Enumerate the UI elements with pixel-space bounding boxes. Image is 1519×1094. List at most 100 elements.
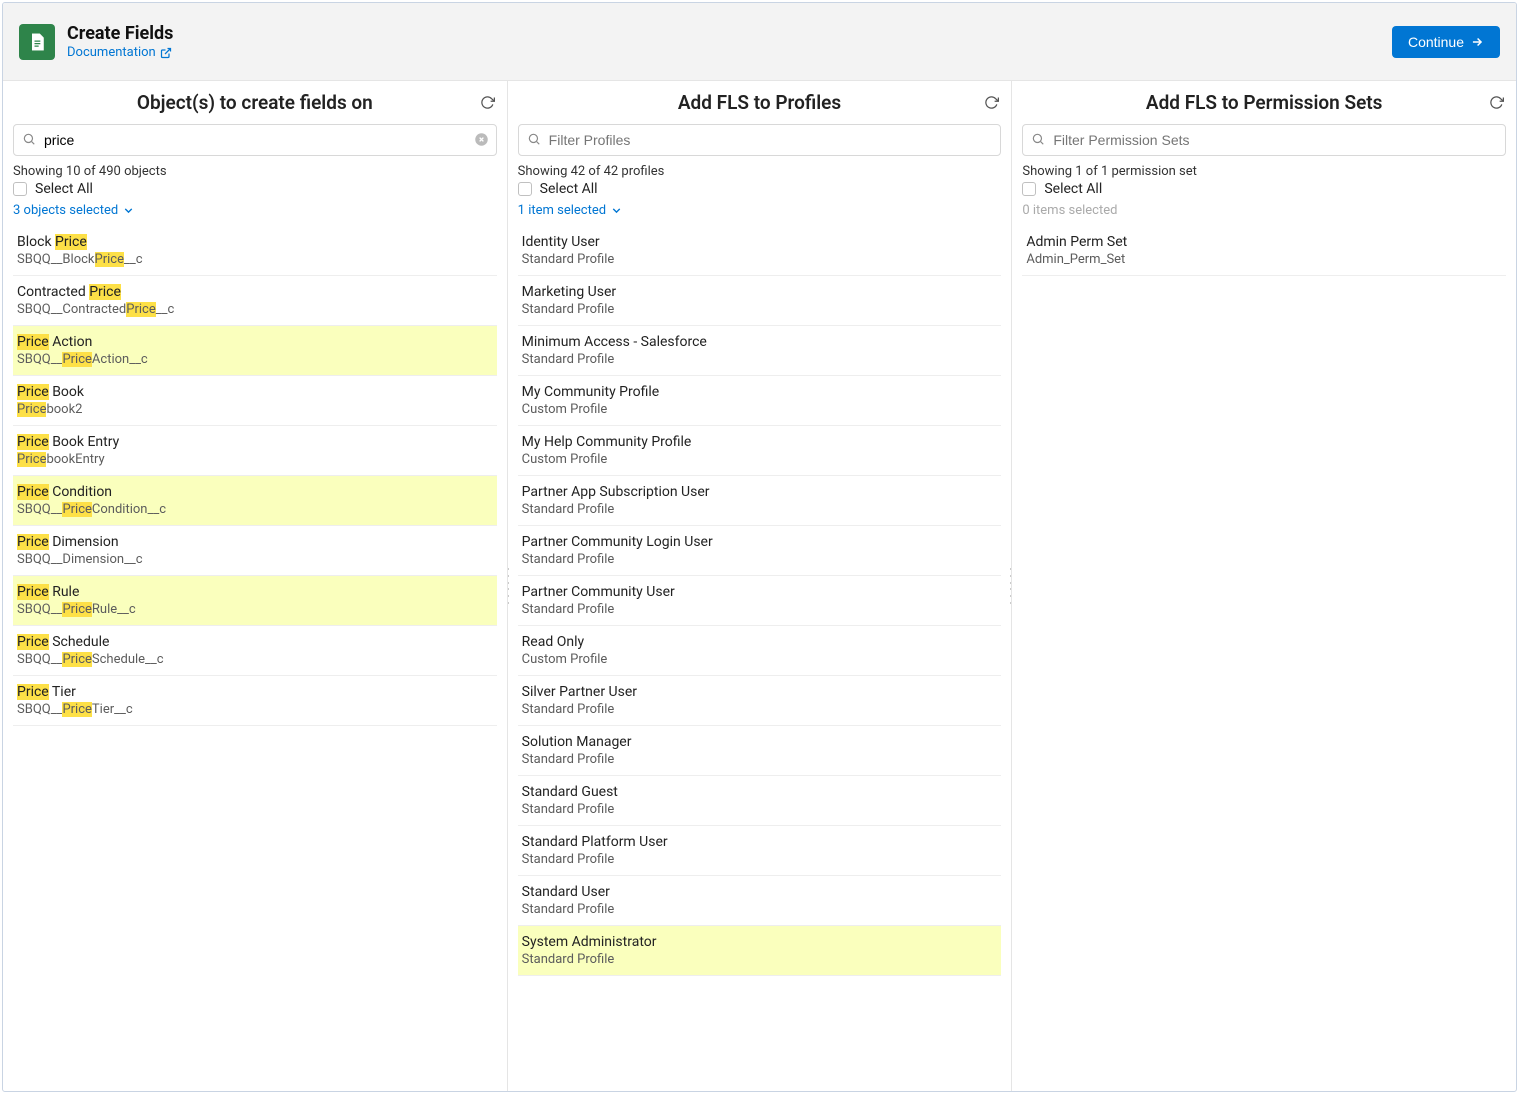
list-item-sublabel: Custom Profile — [522, 652, 998, 667]
list-item[interactable]: Price Condition SBQQ__PriceCondition__c — [13, 476, 497, 526]
list-item-label: Price Condition — [17, 484, 493, 500]
list-item-sublabel: Standard Profile — [522, 902, 998, 917]
list-item[interactable]: System AdministratorStandard Profile — [518, 926, 1002, 976]
list-item-label: Admin Perm Set — [1026, 234, 1502, 250]
permsets-title: Add FLS to Permission Sets — [1146, 91, 1383, 114]
objects-selection-count[interactable]: 3 objects selected — [13, 203, 497, 218]
refresh-icon — [480, 95, 495, 110]
objects-showing-text: Showing 10 of 490 objects — [13, 164, 497, 179]
list-item-sublabel: SBQQ__Dimension__c — [17, 552, 493, 567]
list-item-sublabel: Pricebook2 — [17, 402, 493, 417]
list-item[interactable]: Price ScheduleSBQQ__PriceSchedule__c — [13, 626, 497, 676]
list-item-sublabel: Standard Profile — [522, 852, 998, 867]
list-item[interactable]: Standard Platform UserStandard Profile — [518, 826, 1002, 876]
list-item[interactable]: Read OnlyCustom Profile — [518, 626, 1002, 676]
list-item-sublabel: Standard Profile — [522, 602, 998, 617]
list-item-label: Price Dimension — [17, 534, 493, 550]
list-item-label: Standard Guest — [522, 784, 998, 800]
checkbox-icon — [1022, 182, 1036, 196]
list-item-sublabel: SBQQ__PriceAction__c — [17, 352, 493, 367]
list-item[interactable]: Standard User Standard Profile — [518, 876, 1002, 926]
list-item-sublabel: Standard Profile — [522, 352, 998, 367]
list-item[interactable]: Price RuleSBQQ__PriceRule__c — [13, 576, 497, 626]
checkbox-icon — [518, 182, 532, 196]
list-item-label: Partner App Subscription User — [522, 484, 998, 500]
profiles-selection-count[interactable]: 1 item selected — [518, 203, 1002, 218]
list-item-sublabel: SBQQ__PriceCondition__c — [17, 502, 493, 517]
list-item-label: Marketing User — [522, 284, 998, 300]
arrow-right-icon — [1470, 35, 1484, 49]
list-item-sublabel: SBQQ__PriceRule__c — [17, 602, 493, 617]
list-item[interactable]: Identity UserStandard Profile — [518, 226, 1002, 276]
list-item-label: Contracted Price — [17, 284, 493, 300]
list-item[interactable]: Contracted PriceSBQQ__ContractedPrice__c — [13, 276, 497, 326]
refresh-icon — [984, 95, 999, 110]
profiles-search-input[interactable] — [518, 124, 1002, 156]
clear-search-button[interactable] — [474, 132, 489, 147]
list-item-sublabel: SBQQ__PriceTier__c — [17, 702, 493, 717]
list-item-label: Minimum Access - Salesforce — [522, 334, 998, 350]
list-item[interactable]: Partner Community User Standard Profile — [518, 576, 1002, 626]
refresh-permsets-button[interactable] — [1489, 95, 1504, 110]
permsets-column: Add FLS to Permission Sets Showing 1 of … — [1011, 81, 1516, 1091]
list-item[interactable]: Price Book Entry PricebookEntry — [13, 426, 497, 476]
list-item-label: Partner Community User — [522, 584, 998, 600]
list-item[interactable]: Price Dimension SBQQ__Dimension__c — [13, 526, 497, 576]
profiles-title: Add FLS to Profiles — [678, 91, 841, 114]
list-item-label: Block Price — [17, 234, 493, 250]
objects-select-all[interactable]: Select All — [13, 181, 497, 197]
external-link-icon — [160, 47, 172, 59]
list-item-sublabel: Standard Profile — [522, 502, 998, 517]
list-item[interactable]: My Community ProfileCustom Profile — [518, 376, 1002, 426]
list-item-label: Identity User — [522, 234, 998, 250]
list-item-label: Price Action — [17, 334, 493, 350]
objects-title: Object(s) to create fields on — [137, 91, 373, 114]
profiles-showing-text: Showing 42 of 42 profiles — [518, 164, 1002, 179]
list-item[interactable]: Price Tier SBQQ__PriceTier__c — [13, 676, 497, 726]
list-item-label: Price Tier — [17, 684, 493, 700]
list-item[interactable]: Admin Perm SetAdmin_Perm_Set — [1022, 226, 1506, 276]
list-item[interactable]: Standard Guest Standard Profile — [518, 776, 1002, 826]
list-item-sublabel: Standard Profile — [522, 702, 998, 717]
permsets-search-input[interactable] — [1022, 124, 1506, 156]
list-item[interactable]: Partner Community Login User Standard Pro… — [518, 526, 1002, 576]
list-item-label: System Administrator — [522, 934, 998, 950]
profiles-select-all[interactable]: Select All — [518, 181, 1002, 197]
list-item[interactable]: Silver Partner User Standard Profile — [518, 676, 1002, 726]
objects-list: Block PriceSBQQ__BlockPrice__cContracted… — [13, 226, 497, 1091]
permsets-showing-text: Showing 1 of 1 permission set — [1022, 164, 1506, 179]
chevron-down-icon — [122, 204, 135, 217]
profiles-list: Identity UserStandard ProfileMarketing U… — [518, 226, 1002, 1091]
list-item[interactable]: Minimum Access - Salesforce Standard Prof… — [518, 326, 1002, 376]
list-item[interactable]: Marketing UserStandard Profile — [518, 276, 1002, 326]
list-item-label: My Community Profile — [522, 384, 998, 400]
list-item-sublabel: SBQQ__PriceSchedule__c — [17, 652, 493, 667]
list-item-label: Standard User — [522, 884, 998, 900]
permsets-selection-count: 0 items selected — [1022, 203, 1506, 218]
refresh-objects-button[interactable] — [480, 95, 495, 110]
list-item-label: Partner Community Login User — [522, 534, 998, 550]
objects-search-input[interactable] — [13, 124, 497, 156]
search-icon — [527, 132, 541, 146]
chevron-down-icon — [610, 204, 623, 217]
list-item[interactable]: Solution ManagerStandard Profile — [518, 726, 1002, 776]
list-item-sublabel: Standard Profile — [522, 802, 998, 817]
list-item[interactable]: Block PriceSBQQ__BlockPrice__c — [13, 226, 497, 276]
list-item[interactable]: Partner App Subscription User Standard Pr… — [518, 476, 1002, 526]
checkbox-icon — [13, 182, 27, 196]
list-item-label: Price Book — [17, 384, 493, 400]
list-item[interactable]: Price Action SBQQ__PriceAction__c — [13, 326, 497, 376]
documentation-link[interactable]: Documentation — [67, 45, 172, 60]
search-icon — [1031, 132, 1045, 146]
permsets-select-all[interactable]: Select All — [1022, 181, 1506, 197]
list-item-label: Price Book Entry — [17, 434, 493, 450]
profiles-column: Add FLS to Profiles Showing 42 of 42 pro… — [507, 81, 1012, 1091]
list-item-label: Silver Partner User — [522, 684, 998, 700]
continue-button[interactable]: Continue — [1392, 26, 1500, 58]
list-item-sublabel: Standard Profile — [522, 552, 998, 567]
refresh-profiles-button[interactable] — [984, 95, 999, 110]
list-item-sublabel: PricebookEntry — [17, 452, 493, 467]
objects-column: Object(s) to create fields on Showing 10… — [3, 81, 507, 1091]
list-item[interactable]: Price Book Pricebook2 — [13, 376, 497, 426]
list-item[interactable]: My Help Community ProfileCustom Profile — [518, 426, 1002, 476]
